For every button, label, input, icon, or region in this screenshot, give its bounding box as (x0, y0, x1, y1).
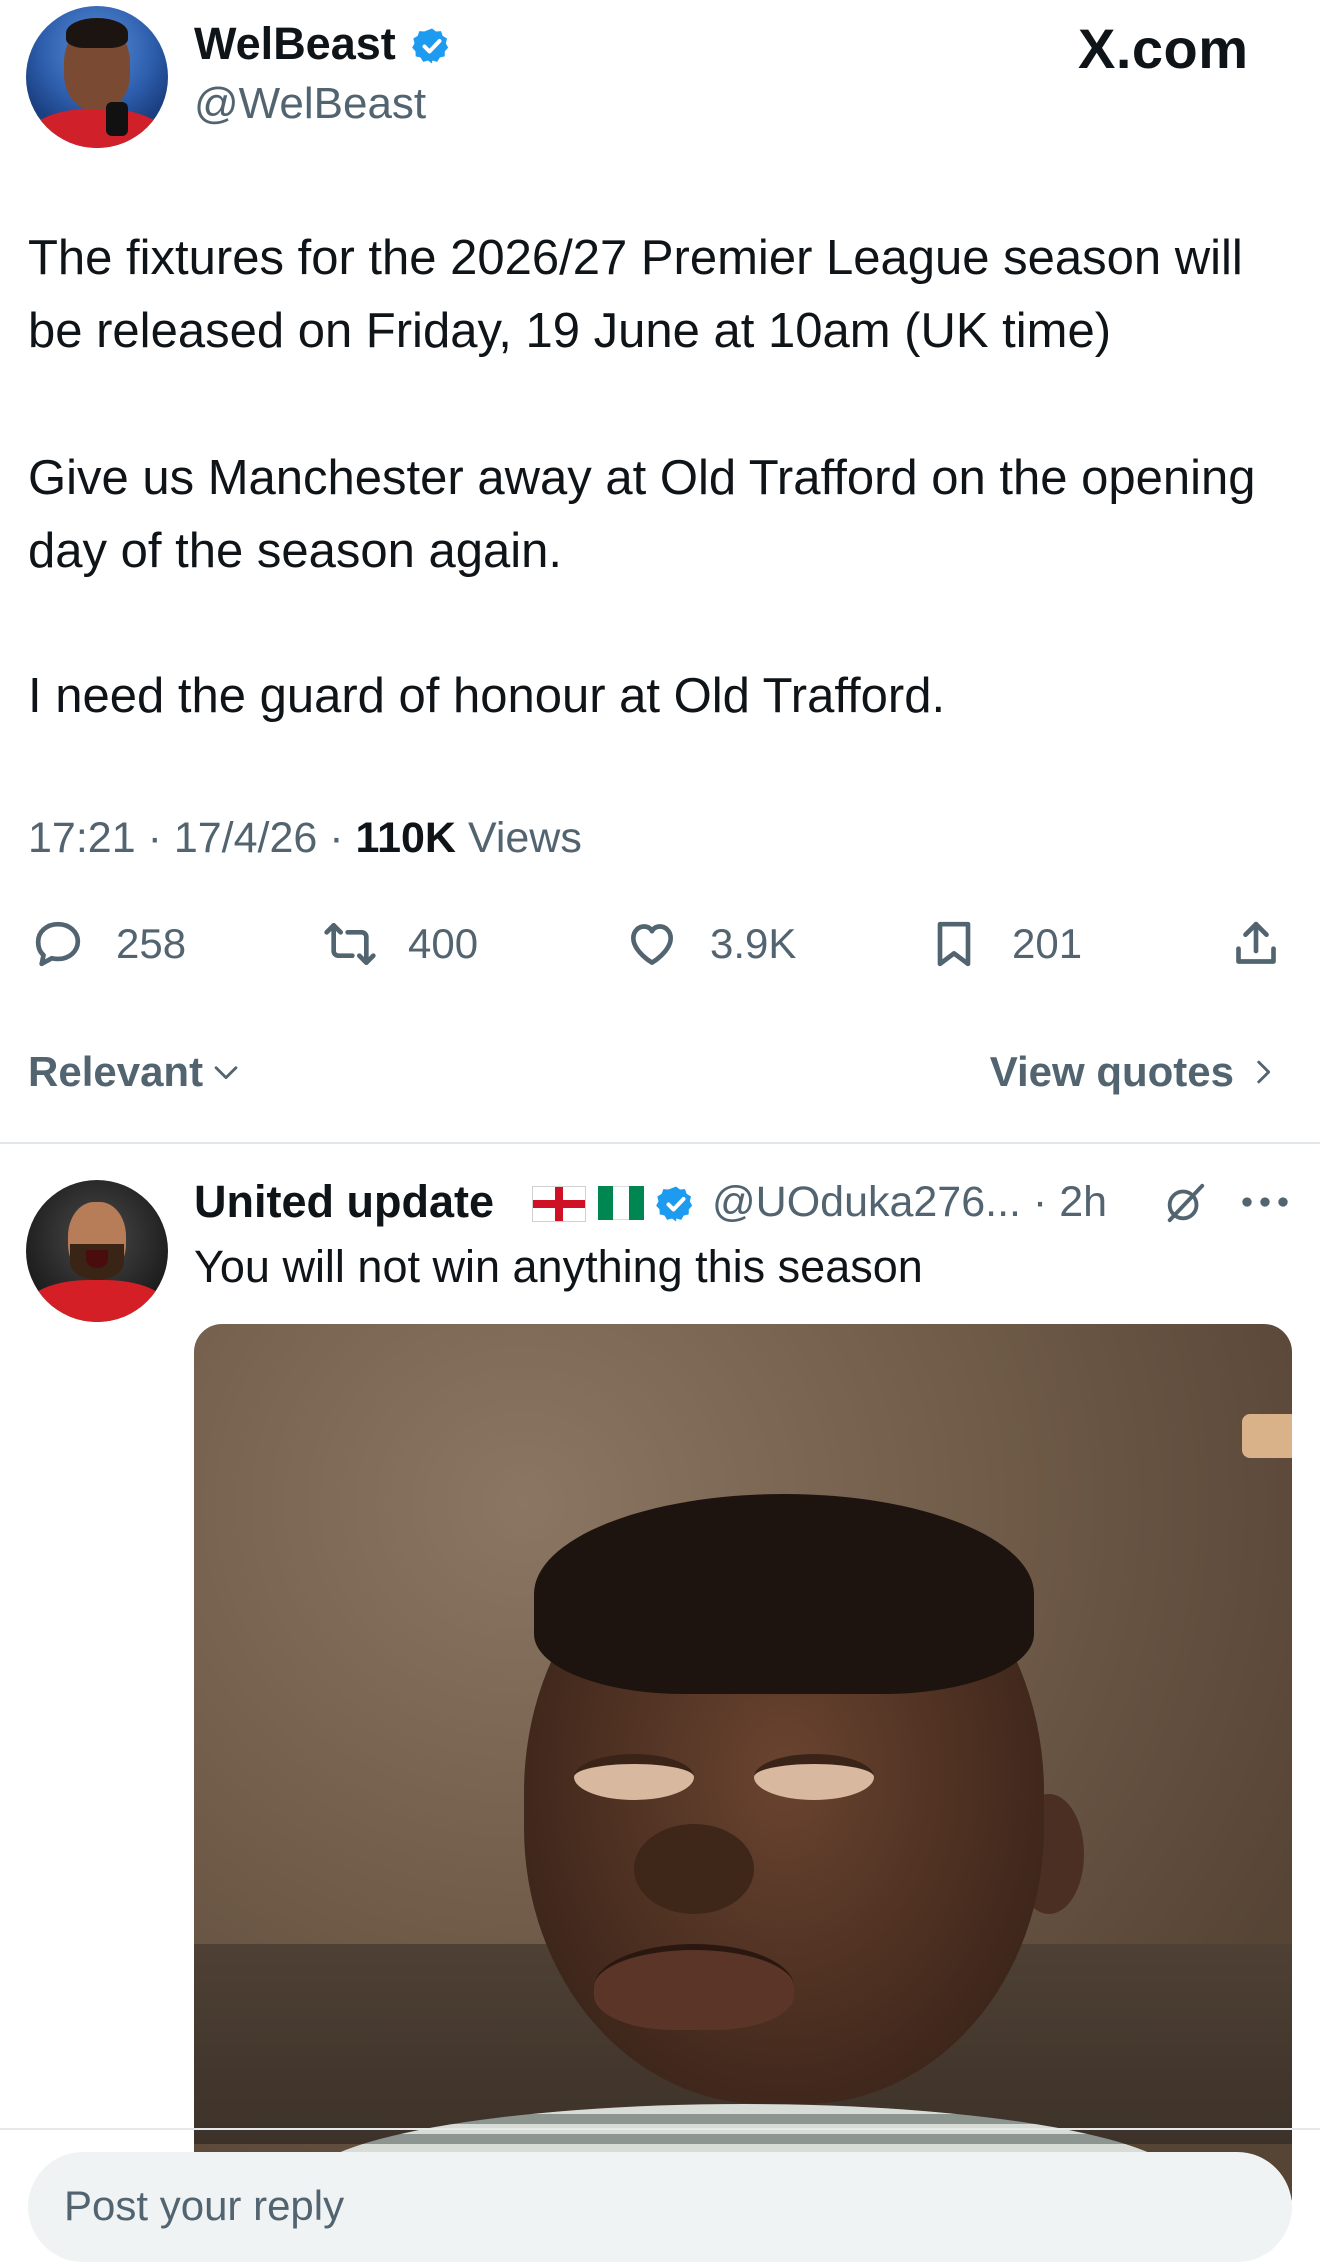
author-handle[interactable]: @WelBeast (194, 76, 426, 132)
media-eye (754, 1754, 874, 1800)
reply-button[interactable]: 258 (30, 912, 186, 976)
x-logo: X.com (1078, 17, 1249, 80)
sort-label: Relevant (28, 1048, 204, 1095)
composer-divider (0, 2128, 1320, 2130)
reply-author-name[interactable]: United update (194, 1172, 494, 1232)
media-eye (574, 1754, 694, 1800)
tweet-meta: 17:21 · 17/4/26 · 110K Views (28, 808, 582, 868)
sort-relevant-dropdown[interactable]: Relevant (28, 1044, 243, 1100)
repost-button[interactable]: 400 (322, 912, 478, 976)
tweet-time: 17:21 (28, 814, 136, 862)
verified-badge-icon (656, 1186, 693, 1222)
bookmark-count: 201 (1012, 920, 1083, 967)
tweet-paragraph: The fixtures for the 2026/27 Premier Lea… (28, 231, 1243, 358)
bookmark-button[interactable]: 201 (926, 912, 1082, 976)
meta-separator: · (147, 814, 162, 862)
reply-placeholder: Post your reply (64, 2182, 345, 2229)
avatar-mouth (86, 1250, 108, 1268)
meta-separator: · (329, 814, 344, 862)
reply-count: 258 (116, 920, 187, 967)
media-lip (594, 1944, 794, 2030)
author-avatar[interactable] (26, 6, 168, 148)
view-quotes-link[interactable]: View quotes (990, 1044, 1280, 1100)
tweet-paragraph: Give us Manchester away at Old Trafford … (28, 451, 1256, 578)
repost-count: 400 (408, 920, 479, 967)
reply-media-image[interactable] (194, 1324, 1292, 2224)
heart-icon (631, 924, 673, 965)
media-wall-note (1242, 1414, 1292, 1458)
share-icon (1236, 921, 1276, 964)
tweet-paragraph: I need the guard of honour at Old Traffo… (28, 669, 946, 723)
like-count: 3.9K (710, 920, 797, 967)
more-icon[interactable] (1238, 1184, 1292, 1220)
views-label: Views (467, 814, 582, 862)
avatar-microphone (106, 102, 128, 136)
reply-handle-time[interactable]: @UOduka276... · 2h (712, 1172, 1107, 1232)
view-quotes-label: View quotes (989, 1048, 1234, 1095)
media-hair (534, 1494, 1034, 1694)
speech-bubble-icon (35, 921, 81, 967)
author-name[interactable]: WelBeast (194, 16, 396, 72)
like-button[interactable]: 3.9K (624, 912, 796, 976)
grok-icon[interactable] (1162, 1180, 1208, 1226)
avatar-shirt (26, 108, 168, 148)
reply-composer-input[interactable]: Post your reply (28, 2152, 1292, 2262)
verified-badge-icon (412, 28, 449, 64)
divider (0, 1142, 1320, 1144)
nigeria-flag-icon (598, 1186, 644, 1220)
tweet-date: 17/4/26 (173, 814, 318, 862)
views-count: 110K (355, 814, 456, 862)
reply-avatar[interactable] (26, 1180, 168, 1322)
reply-text: You will not win anything this season (194, 1241, 923, 1292)
share-button[interactable] (1228, 912, 1284, 976)
media-nose (634, 1824, 754, 1914)
repost-icon (324, 923, 376, 965)
avatar-hair (66, 18, 128, 48)
avatar-shirt (26, 1280, 168, 1322)
england-flag-icon (532, 1186, 586, 1222)
chevron-right-icon (1257, 1060, 1271, 1084)
bookmark-icon (937, 921, 971, 967)
chevron-down-icon (214, 1066, 238, 1080)
